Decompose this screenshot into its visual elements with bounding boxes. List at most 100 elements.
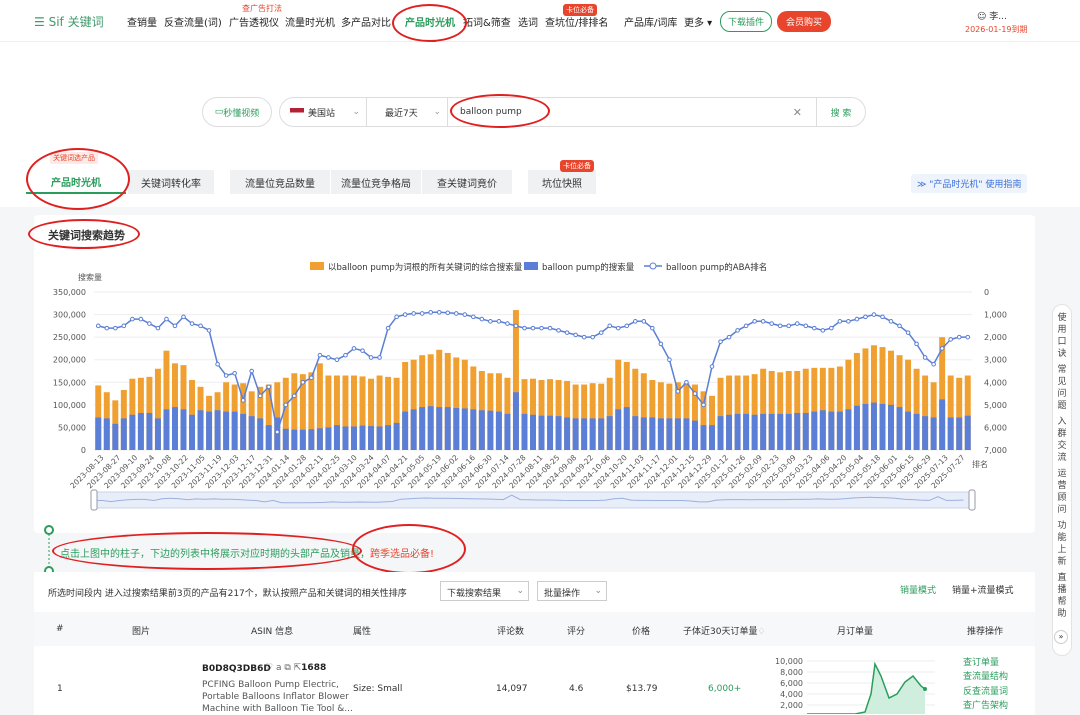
tab-traffic-pattern[interactable]: 流量位竞争格局 xyxy=(331,170,421,194)
video-button[interactable]: ▭ 秒懂视频 xyxy=(202,97,272,127)
rank-point xyxy=(419,311,425,316)
rank-point xyxy=(130,316,135,322)
guide-link[interactable]: ≫ "产品时光机" 使用指南 xyxy=(911,174,1028,193)
tab-traffic-count[interactable]: 流量位竞品数量 xyxy=(230,170,330,194)
side-char: 直 xyxy=(1057,573,1067,583)
copy-icon[interactable]: ⧉ xyxy=(284,663,293,673)
clear-icon[interactable]: ✕ xyxy=(793,106,802,119)
bar-keyword xyxy=(206,411,213,450)
bar-keyword xyxy=(504,413,511,450)
bar-keyword xyxy=(751,414,758,450)
reverse-keywords-link[interactable]: 反查流量词 xyxy=(963,684,1008,697)
search-button[interactable]: 搜 索 xyxy=(816,97,866,127)
nav-item-traffic-machine[interactable]: 流量时光机 xyxy=(285,14,335,29)
traffic-structure-link[interactable]: 查流量结构 xyxy=(963,669,1008,682)
asin-count: 1688 xyxy=(301,663,327,673)
rank-point xyxy=(854,316,860,322)
rank-point xyxy=(522,325,527,331)
tab-pit-snapshot[interactable]: 坑位快照 xyxy=(528,170,596,194)
y-tick-label: 300,000 xyxy=(53,311,86,320)
member-buy-button[interactable]: 会员购买 xyxy=(777,11,832,32)
col-reviews[interactable]: 评论数 xyxy=(497,624,524,637)
rank-point xyxy=(471,314,476,320)
trend-chart[interactable]: 以balloon pump为词根的所有关键词的综合搜索量 balloon pump… xyxy=(34,252,1034,522)
download-results-button[interactable]: 下载搜索结果 ⌄ xyxy=(440,581,529,601)
app-logo[interactable]: ☰ Sif 关键词 xyxy=(34,13,104,30)
rank-point xyxy=(360,348,365,353)
nav-item-sales[interactable]: 查销量 xyxy=(127,14,157,29)
rank-point xyxy=(317,352,323,358)
title-line-3[interactable]: Machine with Balloon Tie Tool &... xyxy=(202,704,353,714)
rank-point xyxy=(240,398,246,403)
range-select[interactable]: 最近7天 ⌄ xyxy=(366,97,448,127)
check-orders-link[interactable]: 查订单量 xyxy=(963,655,999,668)
bar-keyword xyxy=(555,416,562,450)
rank-point xyxy=(658,341,664,347)
rank-point xyxy=(479,316,485,322)
traffic-mode-toggle[interactable]: 销量+流量模式 xyxy=(952,583,1014,596)
sales-mode-toggle[interactable]: 销量模式 xyxy=(900,583,936,596)
bar-keyword xyxy=(879,403,886,450)
bar-keyword xyxy=(265,425,272,450)
nav-item-ad[interactable]: 广告透视仪 xyxy=(229,14,279,29)
col-rating[interactable]: 评分 xyxy=(567,624,585,637)
rank-point xyxy=(462,312,468,317)
bar-keyword xyxy=(495,411,502,450)
rank-point xyxy=(709,364,715,369)
bar-keyword xyxy=(214,410,221,450)
nav-item-reverse[interactable]: 反查流量(词) xyxy=(164,14,222,29)
bar-keyword xyxy=(444,407,451,450)
chevron-down-icon: ⌄ xyxy=(433,107,441,117)
download-plugin-button[interactable]: 下载插件 xyxy=(720,11,773,32)
rank-point xyxy=(394,314,399,320)
batch-operation-button[interactable]: 批量操作 ⌄ xyxy=(537,581,607,601)
side-char: 见 xyxy=(1057,377,1067,387)
ad-structure-link[interactable]: 查广告架构 xyxy=(963,698,1008,711)
user-avatar[interactable]: ☺ 李... xyxy=(977,9,1007,22)
nav-item-compare[interactable]: 多产品对比 xyxy=(341,14,391,29)
nav-item-select-word[interactable]: 选词 xyxy=(518,14,538,29)
rank-point xyxy=(488,319,493,324)
tab-keyword-conversion[interactable]: 关键词转化率 xyxy=(128,170,214,194)
nav-item-more[interactable]: 更多 ▾ xyxy=(684,14,712,29)
site-select[interactable]: 美国站 ⌄ xyxy=(279,97,367,127)
title-line-2[interactable]: Portable Balloons Inflator Blower xyxy=(202,692,349,702)
y-tick-label: 200,000 xyxy=(53,356,86,365)
rank-point xyxy=(794,321,800,326)
top-nav: ☰ Sif 关键词 查销量 反查流量(词) 广告透视仪 查广告打法 流量时光机 … xyxy=(0,0,1080,42)
bar-keyword xyxy=(478,410,485,450)
bar-keyword xyxy=(146,412,153,450)
bar-keyword xyxy=(129,414,136,450)
collapse-icon[interactable]: » xyxy=(1054,630,1068,644)
nav-item-library[interactable]: 产品库/词库 xyxy=(624,14,677,29)
rank-point xyxy=(343,352,348,358)
rank-point xyxy=(513,323,519,329)
title-line-1[interactable]: PCFING Balloon Pump Electric, xyxy=(202,680,339,690)
nav-item-pit[interactable]: 查坑位/排排名 xyxy=(545,14,608,29)
bar-keyword xyxy=(333,425,340,450)
rank-point xyxy=(615,325,621,331)
rank-point xyxy=(496,319,502,324)
heart-icon[interactable]: ♡ xyxy=(265,663,276,673)
bar-keyword xyxy=(726,414,733,450)
nav-item-expand[interactable]: 拓词&筛查 xyxy=(463,14,511,29)
col-orders-30d[interactable]: 子体近30天订单量♢ xyxy=(683,624,766,637)
rank-point xyxy=(863,314,868,320)
bar-keyword xyxy=(785,413,792,450)
asin-code[interactable]: B0D8Q3DB6D xyxy=(202,664,271,674)
y2-tick-label: 4,000 xyxy=(984,378,1007,387)
bar-keyword xyxy=(223,411,230,450)
side-help-bar[interactable]: 使用口诀常见问题入群交流运营顾问功能上新直播帮助 xyxy=(1052,304,1072,656)
bar-keyword xyxy=(103,418,110,450)
monthly-sparkline[interactable]: 10,000 8,000 6,000 4,000 2,000 xyxy=(775,654,940,714)
bar-keyword xyxy=(956,417,963,450)
mini-tick-label: 8,000 xyxy=(780,668,803,677)
legend-swatch xyxy=(310,262,324,270)
tab-keyword-bid[interactable]: 查关键词竟价 xyxy=(422,170,512,194)
bar-keyword xyxy=(862,403,869,450)
bar-keyword xyxy=(700,425,707,450)
bar-keyword xyxy=(606,416,613,450)
col-price[interactable]: 价格 xyxy=(632,624,650,637)
legend-marker xyxy=(649,262,657,270)
rank-point xyxy=(718,339,723,344)
